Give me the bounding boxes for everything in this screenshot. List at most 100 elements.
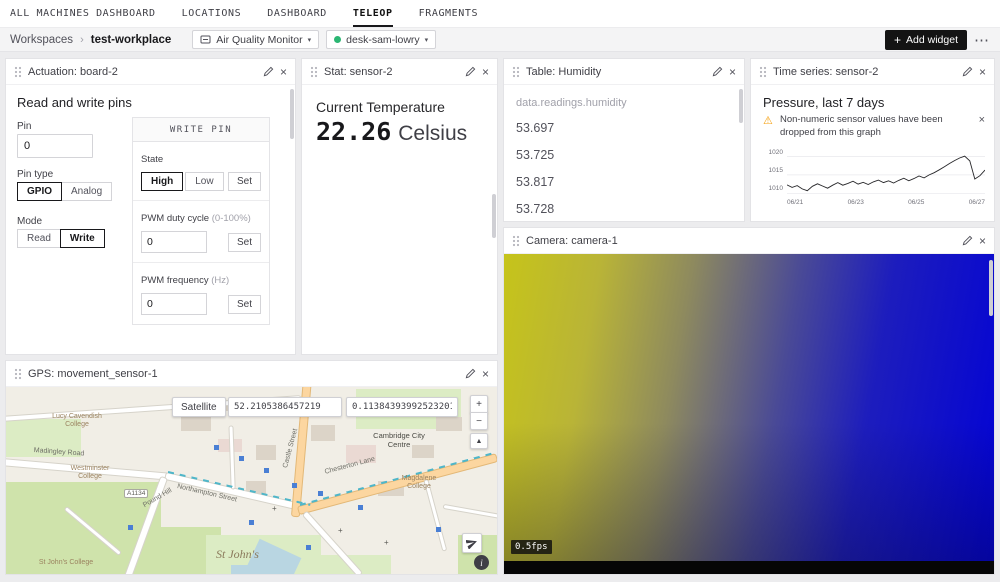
latitude-input[interactable] xyxy=(228,397,342,417)
pwm-frequency-input[interactable] xyxy=(141,293,207,315)
zoom-out-button[interactable]: − xyxy=(470,412,488,430)
map-poi-marker xyxy=(128,525,133,530)
map-poi-marker xyxy=(318,491,323,496)
pencil-icon xyxy=(465,66,476,77)
pin-type-toggle: GPIO Analog xyxy=(17,182,112,201)
camera-feed: 0.5fps xyxy=(504,254,994,574)
satellite-toggle-button[interactable]: Satellite xyxy=(172,397,226,417)
nav-teleop[interactable]: TELEOP xyxy=(353,0,393,27)
scrollbar[interactable] xyxy=(492,194,496,238)
pin-type-gpio-button[interactable]: GPIO xyxy=(17,182,62,201)
x-tick-label: 06/23 xyxy=(848,199,864,206)
widget-header: Stat: sensor-2 × xyxy=(302,59,497,85)
table-column-header: data.readings.humidity xyxy=(516,97,627,109)
pencil-icon xyxy=(712,66,723,77)
table-row: 53.697 xyxy=(516,121,554,135)
breadcrumb-workspaces[interactable]: Workspaces xyxy=(10,34,73,46)
drag-handle-icon[interactable] xyxy=(14,66,22,78)
gps-map[interactable]: + + + Madingley Road Lucy Cavendish Coll… xyxy=(6,387,497,574)
scrollbar[interactable] xyxy=(290,89,294,139)
nav-all-machines-dashboard[interactable]: ALL MACHINES DASHBOARD xyxy=(10,0,156,27)
map-church-icon: + xyxy=(272,505,277,513)
close-widget-button[interactable]: × xyxy=(979,66,986,78)
set-pwm-duty-button[interactable]: Set xyxy=(228,233,261,252)
scrollbar[interactable] xyxy=(739,89,743,123)
longitude-input[interactable] xyxy=(346,397,458,417)
close-widget-button[interactable]: × xyxy=(482,66,489,78)
pwm-duty-section: PWM duty cycle (0-100%) Set xyxy=(133,200,269,262)
widget-title: Table: Humidity xyxy=(526,66,706,78)
drag-handle-icon[interactable] xyxy=(512,235,520,247)
edit-widget-button[interactable] xyxy=(962,66,973,77)
add-widget-button[interactable]: + Add widget xyxy=(885,30,967,50)
part-select[interactable]: desk-sam-lowry ▾ xyxy=(326,30,436,49)
edit-widget-button[interactable] xyxy=(465,368,476,379)
more-menu-button[interactable]: ⋯ xyxy=(974,31,990,49)
map-road xyxy=(444,505,497,518)
drag-handle-icon[interactable] xyxy=(759,66,767,78)
pressure-line-chart xyxy=(787,151,985,197)
widget-title: Stat: sensor-2 xyxy=(324,66,459,78)
nav-fragments[interactable]: FRAGMENTS xyxy=(419,0,479,27)
part-select-label: desk-sam-lowry xyxy=(346,34,420,46)
locate-button[interactable] xyxy=(462,533,482,553)
map-building xyxy=(256,445,276,460)
state-high-button[interactable]: High xyxy=(141,172,183,191)
scrollbar[interactable] xyxy=(989,260,993,316)
map-road-northampton xyxy=(165,473,311,512)
close-widget-button[interactable]: × xyxy=(280,66,287,78)
drag-handle-icon[interactable] xyxy=(512,66,520,78)
close-widget-button[interactable]: × xyxy=(482,368,489,380)
mode-read-button[interactable]: Read xyxy=(17,229,61,248)
pencil-icon xyxy=(962,66,973,77)
nav-dashboard[interactable]: DASHBOARD xyxy=(267,0,327,27)
pin-type-analog-button[interactable]: Analog xyxy=(61,182,112,201)
pin-input[interactable] xyxy=(17,134,93,158)
stat-unit: Celsius xyxy=(398,122,467,146)
table-row: 53.728 xyxy=(516,202,554,216)
state-label: State xyxy=(141,154,163,165)
state-low-button[interactable]: Low xyxy=(185,172,223,191)
map-poi-marker xyxy=(249,520,254,525)
map-label-college: Magdalene College xyxy=(391,475,447,491)
pwm-duty-input[interactable] xyxy=(141,231,207,253)
stat-label: Current Temperature xyxy=(316,99,445,115)
close-widget-button[interactable]: × xyxy=(979,235,986,247)
edit-widget-button[interactable] xyxy=(263,66,274,77)
write-pin-panel: WRITE PIN State High Low Set PWM duty cy… xyxy=(132,117,270,325)
edit-widget-button[interactable] xyxy=(465,66,476,77)
actuation-widget: Actuation: board-2 × Read and write pins… xyxy=(5,58,296,355)
dismiss-warning-button[interactable]: × xyxy=(979,114,985,126)
pencil-icon xyxy=(263,66,274,77)
close-widget-button[interactable]: × xyxy=(729,66,736,78)
widget-header: Actuation: board-2 × xyxy=(6,59,295,85)
drag-handle-icon[interactable] xyxy=(310,66,318,78)
pan-up-button[interactable]: ▲ xyxy=(470,433,488,449)
mode-write-button[interactable]: Write xyxy=(60,229,105,248)
pwm-frequency-label: PWM frequency (Hz) xyxy=(141,275,229,286)
breadcrumb-current-workspace: test-workplace xyxy=(91,34,172,46)
map-poi-marker xyxy=(436,527,441,532)
machine-select[interactable]: Air Quality Monitor ▾ xyxy=(192,30,319,49)
nav-locations[interactable]: LOCATIONS xyxy=(182,0,242,27)
mode-toggle: Read Write xyxy=(17,229,105,248)
drag-handle-icon[interactable] xyxy=(14,368,22,380)
map-attribution-button[interactable]: i xyxy=(474,555,489,570)
zoom-in-button[interactable]: + xyxy=(470,395,488,413)
map-label-city-centre: Cambridge City Centre xyxy=(368,431,430,449)
set-pwm-frequency-button[interactable]: Set xyxy=(228,295,261,314)
pin-type-label: Pin type xyxy=(17,169,53,180)
y-tick-label: 1020 xyxy=(759,149,783,156)
pencil-icon xyxy=(962,235,973,246)
pin-label: Pin xyxy=(17,121,31,132)
edit-widget-button[interactable] xyxy=(962,235,973,246)
edit-widget-button[interactable] xyxy=(712,66,723,77)
actuation-heading: Read and write pins xyxy=(17,95,132,110)
map-poi-marker xyxy=(264,468,269,473)
chevron-down-icon: ▾ xyxy=(425,36,429,44)
set-state-button[interactable]: Set xyxy=(228,172,261,191)
map-label-route-badge: A1134 xyxy=(124,489,148,498)
map-label-college: Lucy Cavendish College xyxy=(48,413,106,429)
map-river xyxy=(231,565,286,574)
online-status-dot xyxy=(334,36,341,43)
